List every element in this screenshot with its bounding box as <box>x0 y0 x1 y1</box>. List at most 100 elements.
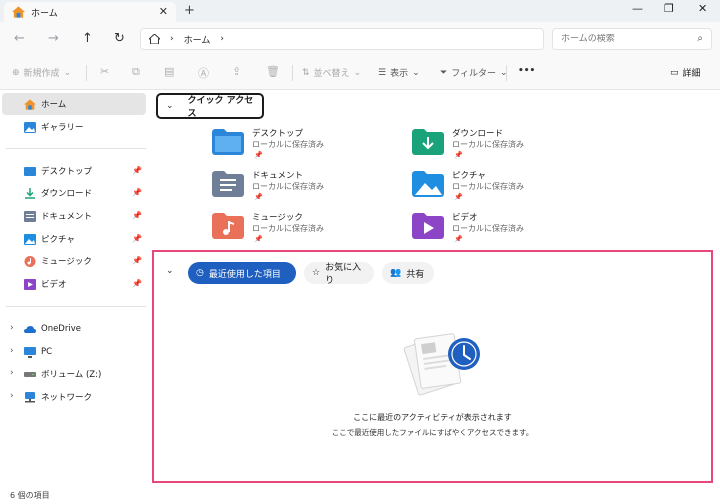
refresh-button[interactable]: ↻ <box>114 31 125 46</box>
sort-icon: ⇅ <box>302 67 310 78</box>
home-icon <box>149 34 160 44</box>
address-bar[interactable]: › ホーム › <box>140 28 544 50</box>
onedrive-icon <box>24 325 36 333</box>
pin-icon[interactable]: 📌 <box>132 279 142 288</box>
music-icon <box>24 255 36 267</box>
pin-icon[interactable]: 📌 <box>132 234 142 243</box>
folder-name: ピクチャ <box>452 171 486 181</box>
sidebar-item-label: ネットワーク <box>41 393 93 403</box>
title-bar: ホーム ✕ + — ❐ ✕ <box>0 0 720 22</box>
folder-status: ローカルに保存済み <box>252 140 324 149</box>
empty-state-subtitle: ここで最近使用したファイルにすばやくアクセスできます。 <box>331 428 534 437</box>
folder-status: ローカルに保存済み <box>452 140 524 149</box>
search-input[interactable] <box>561 34 689 44</box>
network-icon <box>25 391 35 402</box>
breadcrumb-separator[interactable]: › <box>220 34 224 44</box>
chevron-down-icon[interactable]: ⌄ <box>166 101 174 111</box>
chevron-right-icon[interactable]: › <box>10 346 14 356</box>
sidebar-item-volume-z[interactable]: › ボリューム (Z:) <box>2 363 146 385</box>
forward-button[interactable]: → <box>48 31 59 46</box>
pin-icon: 📌 <box>454 193 463 201</box>
sidebar-item-videos[interactable]: ビデオ 📌 <box>2 273 146 295</box>
view-button[interactable]: ☰ 表示 ⌄ <box>378 66 420 80</box>
quick-access-title: クイック アクセス <box>187 96 254 119</box>
sidebar-item-pictures[interactable]: ピクチャ 📌 <box>2 228 146 250</box>
quick-access-item-pictures[interactable]: ピクチャ ローカルに保存済み 📌 <box>412 169 592 209</box>
sidebar-item-downloads[interactable]: ダウンロード 📌 <box>2 182 146 204</box>
sidebar-item-documents[interactable]: ドキュメント 📌 <box>2 205 146 227</box>
pc-icon <box>24 346 36 358</box>
pin-icon[interactable]: 📌 <box>132 211 142 220</box>
tab-favorites[interactable]: ☆ お気に入り <box>304 262 374 286</box>
details-pane-icon: ▭ <box>670 67 679 78</box>
filter-icon: ⏷ <box>440 67 448 78</box>
search-box[interactable]: ⌕ <box>552 28 712 50</box>
home-icon <box>12 6 25 18</box>
sort-button[interactable]: ⇅ 並べ替え ⌄ <box>302 66 362 80</box>
maximize-button[interactable]: ❐ <box>664 2 674 15</box>
up-button[interactable]: ↑ <box>82 31 93 46</box>
chevron-down-icon: ⌄ <box>63 67 72 78</box>
tab-shared[interactable]: 👥 共有 <box>382 262 434 284</box>
sidebar-item-label: ドキュメント <box>41 212 93 222</box>
download-icon <box>25 187 35 199</box>
sidebar-item-network[interactable]: › ネットワーク <box>2 386 146 408</box>
sidebar-item-onedrive[interactable]: › OneDrive <box>2 318 146 340</box>
sidebar-item-pc[interactable]: › PC <box>2 341 146 363</box>
pictures-icon <box>24 233 36 245</box>
drive-icon <box>24 371 36 377</box>
sidebar-item-label: ホーム <box>41 100 67 110</box>
chevron-down-icon[interactable]: ⌄ <box>166 266 174 276</box>
pin-icon[interactable]: 📌 <box>132 256 142 265</box>
sidebar-item-label: OneDrive <box>41 324 81 334</box>
folder-status: ローカルに保存済み <box>452 182 524 191</box>
new-tab-button[interactable]: + <box>184 3 195 18</box>
breadcrumb-home[interactable]: ホーム <box>184 33 211 46</box>
paste-icon[interactable]: ▤ <box>164 65 174 78</box>
rename-icon[interactable]: Ⓐ <box>198 65 209 81</box>
filter-button[interactable]: ⏷ フィルター ⌄ <box>440 66 508 80</box>
sidebar-item-label: デスクトップ <box>41 167 93 177</box>
navigation-pane: ホーム ギャラリー デスクトップ 📌 ダウンロード 📌 ドキュメント 📌 ピクチ… <box>0 90 150 482</box>
more-button[interactable]: ••• <box>518 66 535 76</box>
folder-status: ローカルに保存済み <box>252 182 324 191</box>
chevron-right-icon[interactable]: › <box>10 368 14 378</box>
pin-icon[interactable]: 📌 <box>132 188 142 197</box>
quick-access-item-downloads[interactable]: ダウンロード ローカルに保存済み 📌 <box>412 127 592 167</box>
separator <box>506 65 507 81</box>
close-button[interactable]: ✕ <box>698 2 707 15</box>
chevron-down-icon: ⌄ <box>353 67 362 78</box>
folder-name: デスクトップ <box>252 129 304 139</box>
new-button[interactable]: ⊕ 新規作成 ⌄ <box>12 66 72 80</box>
sidebar-item-music[interactable]: ミュージック 📌 <box>2 250 146 272</box>
sidebar-item-desktop[interactable]: デスクトップ 📌 <box>2 160 146 182</box>
sidebar-item-home[interactable]: ホーム <box>2 93 146 115</box>
quick-access-item-desktop[interactable]: デスクトップ ローカルに保存済み 📌 <box>212 127 392 167</box>
separator <box>86 65 87 81</box>
pin-icon[interactable]: 📌 <box>132 166 142 175</box>
pin-icon: 📌 <box>254 235 263 243</box>
details-button[interactable]: ▭ 詳細 <box>670 66 701 80</box>
chevron-right-icon[interactable]: › <box>10 323 14 333</box>
tab-close-icon[interactable]: ✕ <box>159 5 168 18</box>
sidebar-item-label: ビデオ <box>41 280 67 290</box>
sidebar-item-gallery[interactable]: ギャラリー <box>2 116 146 138</box>
back-button[interactable]: ← <box>14 31 25 46</box>
cut-icon[interactable]: ✂ <box>100 65 109 78</box>
tab-home[interactable]: ホーム ✕ <box>4 2 176 22</box>
minimize-button[interactable]: — <box>632 2 643 15</box>
status-item-count: 6 個の項目 <box>10 491 50 500</box>
quick-access-item-music[interactable]: ミュージック ローカルに保存済み 📌 <box>212 211 392 251</box>
breadcrumb-separator: › <box>170 34 174 44</box>
chevron-right-icon[interactable]: › <box>10 391 14 401</box>
plus-circle-icon: ⊕ <box>12 67 20 78</box>
quick-access-item-documents[interactable]: ドキュメント ローカルに保存済み 📌 <box>212 169 392 209</box>
command-bar: ⊕ 新規作成 ⌄ ✂ ⧉ ▤ Ⓐ ⇪ 🗑 ⇅ 並べ替え ⌄ ☰ 表示 ⌄ ⏷ フ… <box>0 56 720 90</box>
folder-name: ドキュメント <box>252 171 304 181</box>
share-icon[interactable]: ⇪ <box>232 65 241 78</box>
delete-icon[interactable]: 🗑 <box>266 65 280 78</box>
quick-access-header[interactable]: ⌄ クイック アクセス <box>156 93 264 119</box>
tab-recent[interactable]: ◷ 最近使用した項目 <box>188 262 296 284</box>
quick-access-item-videos[interactable]: ビデオ ローカルに保存済み 📌 <box>412 211 592 251</box>
copy-icon[interactable]: ⧉ <box>132 65 140 79</box>
